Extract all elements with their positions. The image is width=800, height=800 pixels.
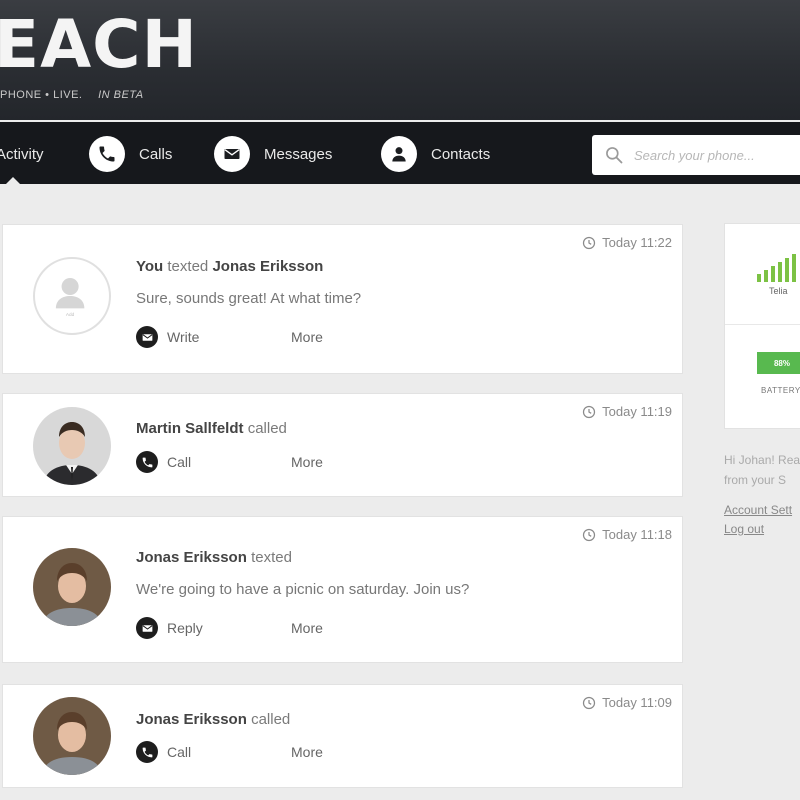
nav-label-calls: Calls — [139, 145, 173, 163]
person-icon — [381, 136, 417, 172]
envelope-icon — [214, 136, 250, 172]
battery-label: BATTERY — [761, 386, 800, 395]
nav-item-activity[interactable]: Activity — [0, 136, 44, 172]
reply-button[interactable]: Reply — [136, 617, 203, 639]
clock-icon — [582, 236, 596, 249]
phone-icon — [89, 136, 125, 172]
svg-text:Add: Add — [66, 312, 75, 318]
activity-card: Today 11:09 Jonas Eriksson called Call M… — [2, 684, 683, 788]
call-label: Call — [167, 454, 192, 470]
nav-item-calls[interactable]: Calls — [89, 136, 172, 172]
timestamp-text: Today 11:18 — [602, 527, 672, 542]
signal-strength-icon — [757, 254, 796, 282]
nav-item-contacts[interactable]: Contacts — [381, 136, 490, 172]
activity-card: Today 11:18 Jonas Eriksson texted We're … — [2, 516, 683, 663]
call-button[interactable]: Call — [136, 741, 191, 763]
app-tagline: PHONE • LIVE. IN BETA — [0, 89, 144, 101]
write-button[interactable]: Write — [136, 326, 199, 348]
activity-headline: Jonas Eriksson called — [136, 711, 290, 728]
timestamp: Today 11:18 — [582, 527, 672, 542]
greeting-line-1: Hi Johan! Rea — [724, 453, 800, 467]
search-box[interactable] — [592, 135, 800, 175]
nav-item-messages[interactable]: Messages — [214, 136, 332, 172]
battery-indicator: 88% — [757, 352, 800, 374]
timestamp: Today 11:19 — [582, 404, 672, 419]
reply-label: Reply — [167, 620, 203, 636]
envelope-icon — [136, 326, 158, 348]
log-out-link[interactable]: Log out — [724, 522, 764, 536]
phone-icon — [136, 451, 158, 473]
app-logo[interactable]: EACH — [0, 12, 198, 78]
activity-verb: called — [251, 711, 291, 728]
timestamp: Today 11:09 — [582, 695, 672, 710]
account-settings-link[interactable]: Account Sett — [724, 503, 792, 517]
timestamp-text: Today 11:19 — [602, 404, 672, 419]
clock-icon — [582, 528, 596, 541]
actor-name[interactable]: Martin Sallfeldt — [136, 420, 244, 437]
envelope-icon — [136, 617, 158, 639]
avatar-jonas[interactable] — [33, 697, 111, 775]
activity-headline: Jonas Eriksson texted — [136, 549, 292, 566]
phone-status-widget: Telia 88% BATTERY — [724, 223, 800, 429]
avatar-placeholder[interactable]: Add — [33, 257, 111, 335]
call-button[interactable]: Call — [136, 451, 191, 473]
message-text: Sure, sounds great! At what time? — [136, 290, 362, 307]
activity-verb: texted — [167, 258, 209, 275]
activity-card: Add Today 11:22 You texted Jonas Eriksso… — [2, 224, 683, 374]
nav-label-contacts: Contacts — [431, 145, 491, 163]
activity-verb: called — [247, 420, 287, 437]
nav-label-messages: Messages — [264, 145, 333, 163]
more-link[interactable]: More — [291, 329, 323, 345]
tagline-text: PHONE • LIVE. — [0, 89, 83, 101]
divider — [725, 324, 800, 325]
search-icon — [606, 147, 623, 164]
more-link[interactable]: More — [291, 744, 323, 760]
actor-name[interactable]: Jonas Eriksson — [136, 549, 247, 566]
timestamp: Today 11:22 — [582, 235, 672, 250]
call-label: Call — [167, 744, 192, 760]
activity-verb: texted — [251, 549, 292, 566]
activity-card: Today 11:19 Martin Sallfeldt called Call… — [2, 393, 683, 497]
more-link[interactable]: More — [291, 620, 323, 636]
nav-label-activity: Activity — [0, 145, 44, 163]
target-name[interactable]: Jonas Eriksson — [212, 258, 323, 275]
actor-name[interactable]: You — [136, 258, 163, 275]
timestamp-text: Today 11:22 — [602, 235, 672, 250]
more-link[interactable]: More — [291, 454, 323, 470]
app-header: EACH PHONE • LIVE. IN BETA — [0, 0, 800, 120]
clock-icon — [582, 696, 596, 709]
search-input[interactable] — [634, 147, 784, 163]
avatar-jonas[interactable] — [33, 548, 111, 626]
write-label: Write — [167, 329, 200, 345]
clock-icon — [582, 405, 596, 418]
avatar-martin[interactable] — [33, 407, 111, 485]
message-text: We're going to have a picnic on saturday… — [136, 581, 470, 598]
greeting-line-2: from your S — [724, 473, 787, 487]
activity-headline: You texted Jonas Eriksson — [136, 258, 323, 275]
timestamp-text: Today 11:09 — [602, 695, 672, 710]
phone-icon — [136, 741, 158, 763]
activity-headline: Martin Sallfeldt called — [136, 420, 287, 437]
beta-label: IN BETA — [98, 89, 144, 101]
actor-name[interactable]: Jonas Eriksson — [136, 711, 247, 728]
active-indicator — [5, 177, 21, 185]
carrier-name: Telia — [769, 286, 788, 296]
